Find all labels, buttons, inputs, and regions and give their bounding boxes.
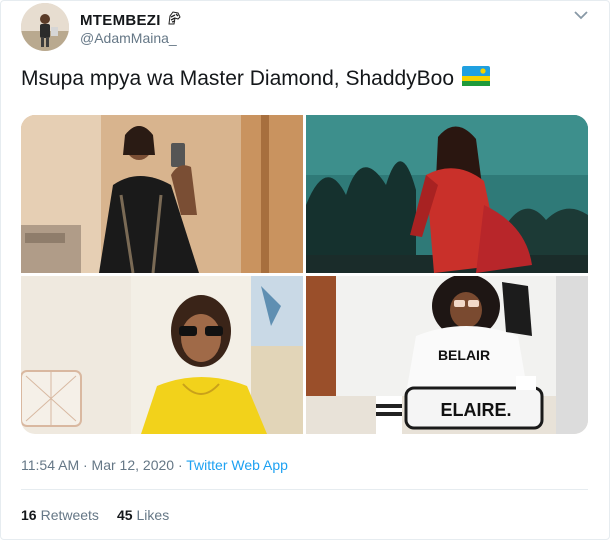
tweet-stats: 16 Retweets 45 Likes: [21, 507, 169, 523]
likes-stat[interactable]: 45 Likes: [117, 507, 169, 523]
retweets-label: Retweets: [40, 507, 99, 523]
author-avatar[interactable]: [21, 3, 69, 51]
photo-red-lace-dress[interactable]: [306, 115, 588, 273]
divider: [21, 489, 588, 490]
retweets-stat[interactable]: 16 Retweets: [21, 507, 99, 523]
rwanda-flag-icon: [462, 66, 491, 92]
belair-print: BELAIR: [438, 347, 490, 363]
author-name[interactable]: MTEMBEZI: [80, 12, 161, 29]
elaire-print: ELAIRE.: [440, 400, 511, 420]
media-grid: BELAIR ELAIRE.: [21, 115, 588, 434]
tweet-text-row: Msupa mpya wa Master Diamond, ShaddyBoo: [21, 66, 491, 92]
photo-belaire-sweater[interactable]: BELAIR ELAIRE.: [306, 276, 588, 434]
tweet-card: MTEMBEZI @AdamMaina_ Msupa mpya wa Maste…: [0, 0, 610, 540]
tweet-source-link[interactable]: Twitter Web App: [186, 457, 288, 473]
tweet-timestamp[interactable]: 11:54 AM · Mar 12, 2020 ·: [21, 457, 186, 473]
author-handle[interactable]: @AdamMaina_: [80, 30, 177, 46]
retweets-count: 16: [21, 507, 37, 523]
likes-label: Likes: [136, 507, 170, 523]
tweet-meta: 11:54 AM · Mar 12, 2020 · Twitter Web Ap…: [21, 457, 288, 473]
author-name-row[interactable]: MTEMBEZI: [80, 10, 182, 30]
photo-mirror-selfie[interactable]: [21, 115, 303, 273]
tweet-options-chevron-icon[interactable]: [571, 7, 591, 23]
zebra-emoji-icon: [166, 10, 182, 30]
tweet-text: Msupa mpya wa Master Diamond, ShaddyBoo: [21, 67, 455, 90]
likes-count: 45: [116, 507, 133, 523]
photo-yellow-top-sunglasses[interactable]: [21, 276, 303, 434]
